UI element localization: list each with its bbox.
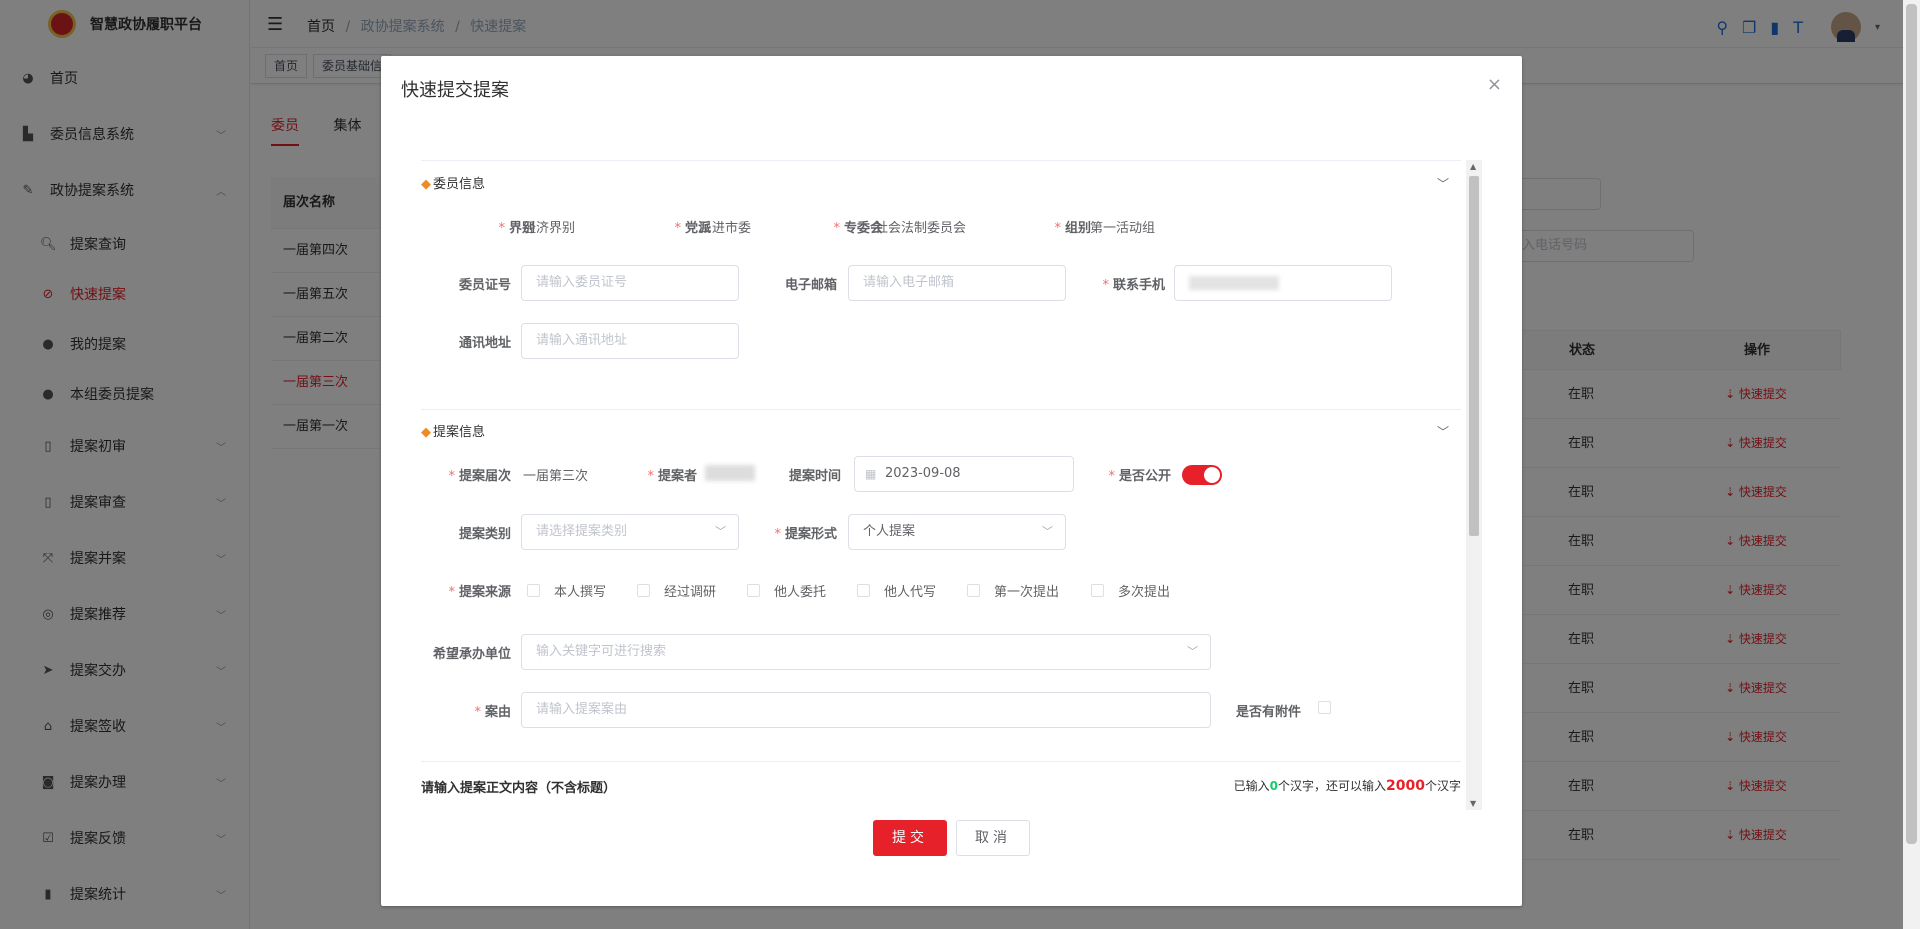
public-toggle[interactable] (1182, 465, 1222, 485)
email-input[interactable]: 请输入电子邮箱 (848, 265, 1066, 301)
address-input[interactable]: 请输入通讯地址 (521, 323, 739, 359)
category-label: 提案类别 (458, 527, 511, 542)
proposal-info-section-header[interactable]: ◆ 提案信息 (421, 421, 485, 440)
unit-label: 希望承办单位 (432, 647, 511, 662)
scrollbar-thumb[interactable] (1469, 176, 1479, 536)
source-checkbox-research[interactable]: 经过调研 (637, 581, 716, 600)
time-label: 提案时间 (788, 469, 841, 484)
divider (421, 409, 1461, 410)
chevron-down-icon: ﹀ (1042, 525, 1053, 538)
public-label: * 是否公开 (1108, 469, 1171, 484)
email-label: 电子邮箱 (784, 278, 837, 293)
phone-input[interactable] (1174, 265, 1392, 301)
redacted-proposer (705, 465, 755, 481)
address-label: 通讯地址 (458, 336, 511, 351)
phone-label: * 联系手机 (1102, 278, 1165, 293)
unit-select[interactable]: 输入关键字可进行搜索 ﹀ (521, 634, 1211, 670)
dialog-body: ◆ 委员信息 ﹀ * 界别 经济界别 * 党派 民进市委 * 专委会 社会法制委员会 *… (421, 160, 1461, 810)
jiebie-value: 经济界别 (523, 221, 576, 236)
category-select[interactable]: 请选择提案类别 ﹀ (521, 514, 739, 550)
submit-button[interactable]: 提交 (873, 820, 947, 856)
cert-label: 委员证号 (458, 278, 511, 293)
diamond-icon: ◆ (421, 177, 431, 192)
attachment-label: 是否有附件 (1235, 705, 1301, 720)
diamond-icon: ◆ (421, 425, 431, 440)
close-icon[interactable]: × (1487, 74, 1502, 95)
source-checkbox-ghostwritten[interactable]: 他人代写 (857, 581, 936, 600)
session-value: 一届第三次 (523, 469, 589, 484)
proposal-date-input[interactable]: ▦ 2023-09-08 (854, 456, 1074, 492)
source-checkbox-first[interactable]: 第一次提出 (967, 581, 1059, 600)
source-checkbox-entrusted[interactable]: 他人委托 (747, 581, 826, 600)
form-label: * 提案形式 (774, 527, 837, 542)
form-select[interactable]: 个人提案 ﹀ (848, 514, 1066, 550)
chevron-down-icon: ﹀ (1187, 645, 1198, 658)
source-checkbox-self[interactable]: 本人撰写 (527, 581, 606, 600)
scrollbar-thumb[interactable] (1906, 4, 1917, 844)
dialog-scrollbar[interactable]: ▲ ▼ (1466, 160, 1482, 810)
reason-label: * 案由 (474, 705, 511, 720)
char-count: 已输入0个汉字，还可以输入2000个汉字 (1233, 778, 1461, 794)
dangpai-value: 民进市委 (699, 221, 752, 236)
dialog-title: 快速提交提案 (401, 80, 509, 101)
zhuanweihui-value: 社会法制委员会 (875, 221, 967, 236)
session-label: * 提案届次 (448, 469, 511, 484)
cert-number-input[interactable]: 请输入委员证号 (521, 265, 739, 301)
divider (421, 761, 1461, 762)
calendar-icon: ▦ (865, 467, 877, 481)
quick-proposal-dialog: 快速提交提案 × ◆ 委员信息 ﹀ * 界别 经济界别 * 党派 民进市委 * 专委会 … (381, 56, 1522, 906)
chevron-down-icon[interactable]: ﹀ (1437, 423, 1449, 440)
source-checkbox-multiple[interactable]: 多次提出 (1091, 581, 1170, 600)
scroll-down-icon[interactable]: ▼ (1470, 799, 1476, 808)
zubie-label: * 组别 (1054, 221, 1091, 236)
zubie-value: 第一活动组 (1090, 221, 1156, 236)
zhuanweihui-label: * 专委会 (833, 221, 883, 236)
proposer-label: * 提案者 (647, 469, 697, 484)
attachment-checkbox[interactable] (1318, 701, 1345, 714)
chevron-down-icon[interactable]: ﹀ (1437, 175, 1449, 192)
body-content-label: 请输入提案正文内容（不含标题） (421, 781, 617, 796)
member-info-section-header[interactable]: ◆ 委员信息 (421, 173, 485, 192)
source-label: * 提案来源 (448, 585, 511, 600)
page-scrollbar[interactable] (1903, 0, 1920, 929)
chevron-down-icon: ﹀ (715, 525, 726, 538)
reason-input[interactable]: 请输入提案案由 (521, 692, 1211, 728)
scroll-up-icon[interactable]: ▲ (1470, 162, 1476, 171)
redacted-phone (1189, 275, 1279, 290)
cancel-button[interactable]: 取消 (956, 820, 1030, 856)
